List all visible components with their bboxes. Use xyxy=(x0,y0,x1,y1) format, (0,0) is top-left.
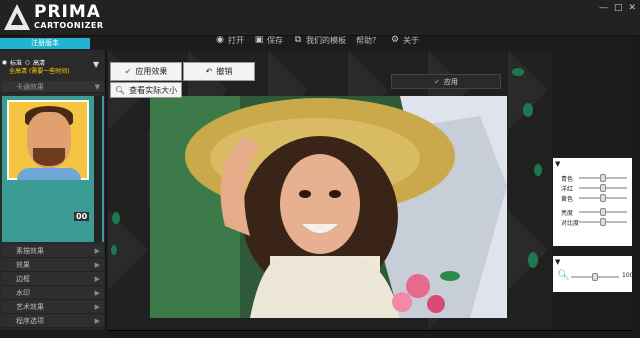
chevron-right-icon: ▶ xyxy=(94,261,100,269)
apply-effect-label: 应用效果 xyxy=(135,67,168,76)
pin-icon[interactable]: ▼ xyxy=(555,160,560,168)
zoom-icon: 🔍︎ xyxy=(557,270,570,281)
toolbar-save-label: 保存 xyxy=(267,35,283,45)
toolbar-help-label: 帮助？ xyxy=(356,35,380,45)
toolbar-templates[interactable]: ⧉ 我们的模板 xyxy=(290,31,349,49)
pin-icon[interactable]: ▼ xyxy=(93,60,99,69)
brightness-label: 亮度 xyxy=(561,209,574,217)
chevron-right-icon: ▶ xyxy=(94,303,100,311)
toolbar-help[interactable]: 帮助？ xyxy=(353,31,383,49)
radio-standard[interactable] xyxy=(2,60,7,65)
magenta-label: 洋红 xyxy=(561,185,574,193)
cartoon-preview-image[interactable] xyxy=(150,96,507,318)
sidebar-item-watermark[interactable]: 水印 ▶ xyxy=(2,286,104,300)
chevron-right-icon: ▶ xyxy=(94,289,100,297)
cyan-slider[interactable] xyxy=(579,174,627,182)
magenta-slider-row: 洋红 xyxy=(561,184,631,193)
sidebar-item-artistic[interactable]: 艺术效果 ▶ xyxy=(2,300,104,314)
sidebar-item-label: 边框 xyxy=(16,275,30,283)
cyan-label: 青色 xyxy=(561,175,574,183)
export-icon: ⧉ xyxy=(294,35,302,45)
slider-knob[interactable] xyxy=(600,208,606,216)
undo-label: 撤销 xyxy=(216,67,233,76)
undo-icon: ↶ xyxy=(205,67,213,76)
maximize-button[interactable]: □ xyxy=(614,3,623,13)
sidebar-item-label: 素描效果 xyxy=(16,247,44,255)
contrast-slider[interactable] xyxy=(579,218,627,226)
slider-knob[interactable] xyxy=(600,184,606,192)
logo-text-prima: PRIMA xyxy=(34,2,101,22)
contrast-slider-row: 对比度 xyxy=(561,218,631,227)
magenta-slider[interactable] xyxy=(579,184,627,192)
sidebar-item-label: 艺术效果 xyxy=(16,303,44,311)
sidebar-item-border[interactable]: 边框 ▶ xyxy=(2,272,104,286)
checkmark-icon: ✔ xyxy=(434,77,440,86)
sidebar-item-label: 程序选项 xyxy=(16,317,44,325)
cyan-slider-row: 青色 xyxy=(561,174,631,183)
sidebar-item-effects[interactable]: 效果 ▶ xyxy=(2,258,104,272)
cartoon-effects-label: 卡通效果 xyxy=(16,83,44,91)
toolbar-about-label: 关于 xyxy=(403,35,419,45)
yellow-label: 黄色 xyxy=(561,195,574,203)
effect-thumbnail-portrait[interactable] xyxy=(7,100,89,180)
effect-thumbnails: 00 xyxy=(2,96,104,288)
sidebar-sections: 素描效果 ▶ 效果 ▶ 边框 ▶ 水印 ▶ 艺术效果 ▶ 程序选项 ▶ xyxy=(2,244,104,328)
brightness-slider[interactable] xyxy=(579,208,627,216)
thumb-shirt xyxy=(17,168,81,180)
app-logo: PRIMA CARTOONIZER xyxy=(4,2,104,34)
close-button[interactable]: ✕ xyxy=(628,3,636,13)
apply-effect-button[interactable]: ✔ 应用效果 xyxy=(110,62,182,81)
zoom-panel: ▼ 🔍︎ 100 xyxy=(553,256,633,292)
main-toolbar: ◉ 打开 ▣ 保存 ⧉ 我们的模板 帮助？ ⚙ 关于 xyxy=(212,31,422,49)
minimize-button[interactable]: — xyxy=(599,3,608,13)
logo-triangle-icon xyxy=(4,4,30,30)
toolbar-about[interactable]: ⚙ 关于 xyxy=(387,31,422,49)
zoom-slider[interactable] xyxy=(571,273,619,281)
apply-button[interactable]: ✔ 应用 xyxy=(391,74,501,89)
sidebar-item-label: 水印 xyxy=(16,289,30,297)
magnifier-icon: 🔍︎ xyxy=(114,85,126,95)
actual-size-button[interactable]: 🔍︎ 查看实际大小 xyxy=(110,82,182,98)
checkmark-icon: ✔ xyxy=(124,67,132,76)
contrast-label: 对比度 xyxy=(561,219,580,227)
apply-label: 应用 xyxy=(443,77,458,86)
full-hd-option[interactable]: 全高清 (需要一些时间) xyxy=(9,66,70,75)
toolbar-open[interactable]: ◉ 打开 xyxy=(212,31,247,49)
undo-button[interactable]: ↶ 撤销 xyxy=(183,62,255,81)
horizontal-scrollbar[interactable] xyxy=(108,330,640,338)
thumbnail-scrollbar[interactable] xyxy=(94,96,102,242)
toolbar-open-label: 打开 xyxy=(228,35,244,45)
sidebar-item-label: 效果 xyxy=(16,261,30,269)
sidebar-item-sketch[interactable]: 素描效果 ▶ xyxy=(2,244,104,258)
chevron-right-icon: ▶ xyxy=(94,275,100,283)
thumbnail-index-badge: 00 xyxy=(74,212,90,221)
color-adjust-panel: ▼ 青色 洋红 黄色 亮度 对比度 xyxy=(553,158,632,246)
chevron-right-icon: ▶ xyxy=(94,247,100,255)
gear-icon: ⚙ xyxy=(390,35,400,45)
save-icon: ▣ xyxy=(254,35,264,45)
toolbar-templates-label: 我们的模板 xyxy=(306,35,346,45)
yellow-slider-row: 黄色 xyxy=(561,194,631,203)
radio-hd[interactable] xyxy=(25,60,31,65)
pin-icon[interactable]: ▼ xyxy=(555,258,560,266)
slider-knob[interactable] xyxy=(592,273,598,281)
sidebar-item-options[interactable]: 程序选项 ▶ xyxy=(2,314,104,328)
brightness-slider-row: 亮度 xyxy=(561,208,631,217)
cartoonized-photo xyxy=(150,96,507,318)
yellow-slider[interactable] xyxy=(579,194,627,202)
chevron-down-icon: ▼ xyxy=(94,83,100,91)
vertical-scrollbar[interactable] xyxy=(632,36,640,336)
cartoon-effects-header[interactable]: 卡通效果 ▼ xyxy=(2,81,104,93)
chevron-right-icon: ▶ xyxy=(94,317,100,325)
toolbar-save[interactable]: ▣ 保存 xyxy=(251,31,286,49)
register-button[interactable]: 注册版本 xyxy=(0,38,90,49)
camera-icon: ◉ xyxy=(216,35,224,45)
actual-size-label: 查看实际大小 xyxy=(129,85,178,95)
thumb-beard xyxy=(33,148,65,166)
logo-text-cartoonizer: CARTOONIZER xyxy=(34,21,104,30)
window-controls: — □ ✕ xyxy=(599,3,636,13)
slider-knob[interactable] xyxy=(600,194,606,202)
slider-knob[interactable] xyxy=(600,218,606,226)
slider-knob[interactable] xyxy=(600,174,606,182)
